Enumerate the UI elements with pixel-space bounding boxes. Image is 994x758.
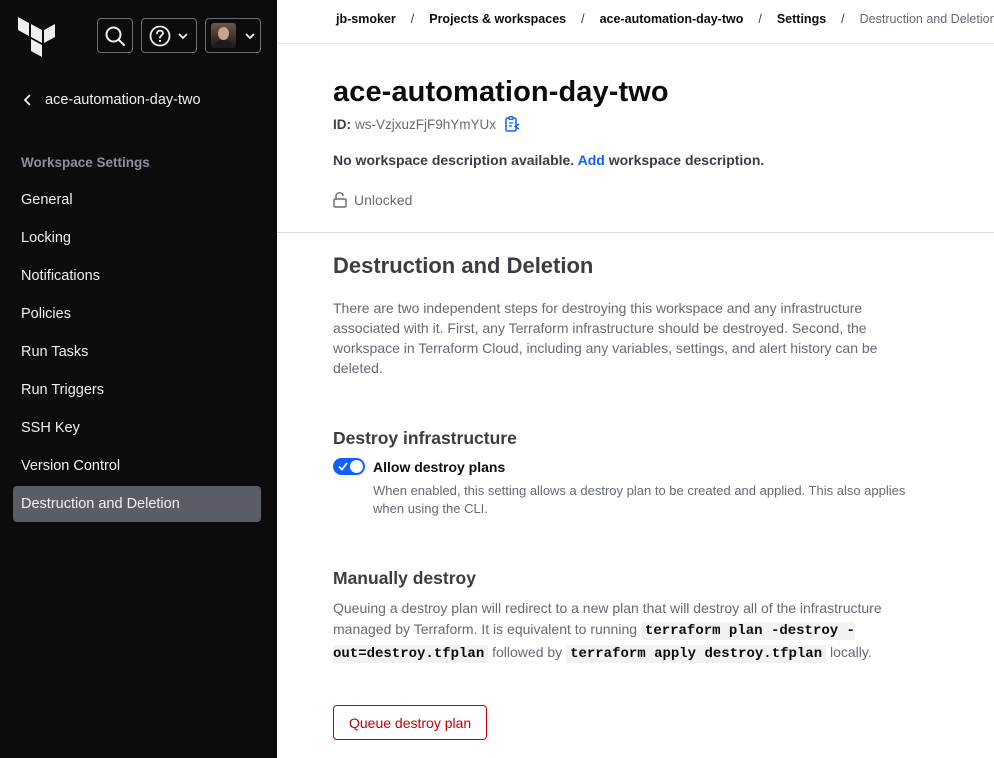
allow-destroy-label[interactable]: Allow destroy plans <box>373 459 505 475</box>
help-menu-button[interactable] <box>141 18 197 53</box>
workspace-description: No workspace description available. Add … <box>333 152 764 168</box>
queue-destroy-plan-button[interactable]: Queue destroy plan <box>333 705 488 740</box>
workspace-id: ID: ws-VzjxuzFjF9hYmYUx <box>333 116 520 132</box>
allow-destroy-toggle[interactable] <box>333 458 365 475</box>
toggle-knob <box>350 460 363 473</box>
sidebar-item-ssh-key[interactable]: SSH Key <box>13 410 261 446</box>
workspace-id-label: ID: <box>333 116 351 132</box>
sidebar-item-version-control[interactable]: Version Control <box>13 448 261 484</box>
divider <box>277 43 994 44</box>
section-title: Destruction and Deletion <box>333 253 594 278</box>
user-menu-button[interactable] <box>205 18 261 53</box>
sidebar-item-locking[interactable]: Locking <box>13 220 261 256</box>
breadcrumb-separator: / <box>410 12 415 26</box>
intro-text: There are two independent steps for dest… <box>333 300 878 376</box>
sidebar-item-general[interactable]: General <box>13 182 261 218</box>
chevron-left-icon <box>23 94 31 106</box>
allow-destroy-row: Allow destroy plans <box>333 458 505 475</box>
manually-destroy-text: Queuing a destroy plan will redirect to … <box>333 598 893 665</box>
sidebar-nav: General Locking Notifications Policies R… <box>13 182 261 524</box>
sidebar-item-policies[interactable]: Policies <box>13 296 261 332</box>
apply-command-code: terraform apply destroy.tfplan <box>566 645 827 663</box>
chevron-down-icon <box>178 32 188 39</box>
divider <box>277 232 994 233</box>
manual-text-2: followed by <box>492 644 563 660</box>
main-content: jb-smoker / Projects & workspaces / ace-… <box>277 0 994 758</box>
workspace-id-value: ws-VzjxuzFjF9hYmYUx <box>355 116 497 132</box>
chevron-down-icon <box>244 32 255 39</box>
avatar <box>210 23 236 48</box>
sidebar-item-notifications[interactable]: Notifications <box>13 258 261 294</box>
sidebar-item-destruction-and-deletion[interactable]: Destruction and Deletion <box>13 486 261 522</box>
terraform-logo[interactable] <box>18 17 56 57</box>
sidebar-item-run-tasks[interactable]: Run Tasks <box>13 334 261 370</box>
sidebar-item-run-triggers[interactable]: Run Triggers <box>13 372 261 408</box>
page-title: ace-automation-day-two <box>333 76 669 108</box>
allow-destroy-help: When enabled, this setting allows a dest… <box>373 483 906 516</box>
destroy-infrastructure-heading: Destroy infrastructure <box>333 428 517 448</box>
breadcrumb-separator: / <box>758 12 762 26</box>
manual-text-3: locally. <box>830 644 872 660</box>
search-button[interactable] <box>97 18 133 53</box>
search-icon <box>105 26 125 46</box>
breadcrumb-projects[interactable]: Projects & workspaces <box>429 12 566 26</box>
check-icon <box>338 462 348 471</box>
breadcrumb-current: Destruction and Deletion <box>859 12 994 26</box>
manually-destroy-heading: Manually destroy <box>333 568 476 588</box>
copy-icon[interactable] <box>505 116 520 132</box>
lock-status: Unlocked <box>333 192 412 208</box>
breadcrumb-org[interactable]: jb-smoker <box>336 12 396 26</box>
add-description-link[interactable]: Add <box>578 152 605 168</box>
back-to-workspace-link[interactable]: ace-automation-day-two <box>21 92 201 108</box>
sidebar: ace-automation-day-two Workspace Setting… <box>0 0 277 758</box>
breadcrumb: jb-smoker / Projects & workspaces / ace-… <box>336 12 994 26</box>
breadcrumb-separator: / <box>841 12 845 26</box>
breadcrumb-settings[interactable]: Settings <box>777 12 826 26</box>
description-suffix: workspace description. <box>608 152 765 168</box>
description-prefix: No workspace description available. <box>333 152 575 168</box>
breadcrumb-separator: / <box>581 12 585 26</box>
back-link-label: ace-automation-day-two <box>45 92 201 108</box>
unlock-icon <box>333 192 347 208</box>
breadcrumb-workspace[interactable]: ace-automation-day-two <box>600 12 744 26</box>
sidebar-section-title: Workspace Settings <box>21 155 150 170</box>
help-icon <box>149 25 171 46</box>
lock-status-label: Unlocked <box>354 192 413 208</box>
